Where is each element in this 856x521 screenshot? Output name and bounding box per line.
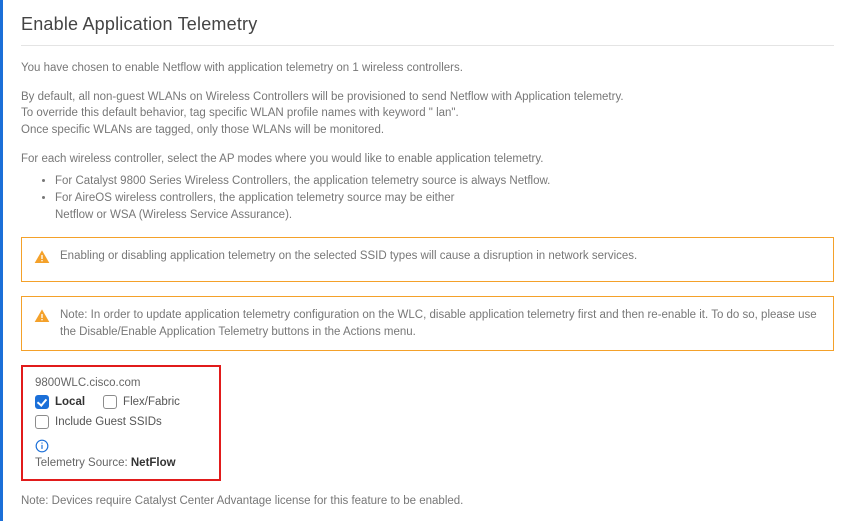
checkbox-flex-fabric[interactable]: Flex/Fabric: [103, 395, 180, 409]
checkbox-flex-fabric-box[interactable]: [103, 395, 117, 409]
intro-line-3: For each wireless controller, select the…: [21, 151, 834, 168]
warning-icon: [34, 249, 50, 271]
checkbox-local[interactable]: Local: [35, 395, 85, 409]
intro-bullet-2b: Netflow or WSA (Wireless Service Assuran…: [55, 209, 292, 221]
license-note: Note: Devices require Catalyst Center Ad…: [21, 495, 834, 507]
intro-line-2b: To override this default behavior, tag s…: [21, 107, 459, 119]
intro-line-2c: Once specific WLANs are tagged, only tho…: [21, 124, 384, 136]
telemetry-source-value: NetFlow: [131, 457, 176, 469]
alert-update-note: Note: In order to update application tel…: [21, 296, 834, 351]
intro-text: You have chosen to enable Netflow with a…: [21, 60, 834, 223]
checkbox-include-guest-label: Include Guest SSIDs: [55, 416, 162, 428]
alert-disruption: Enabling or disabling application teleme…: [21, 237, 834, 282]
guest-ssid-row: Include Guest SSIDs: [35, 415, 207, 429]
checkbox-flex-fabric-label: Flex/Fabric: [123, 396, 180, 408]
ap-mode-row: Local Flex/Fabric: [35, 395, 207, 409]
telemetry-source-row: Telemetry Source: NetFlow: [35, 457, 207, 469]
intro-line-1: You have chosen to enable Netflow with a…: [21, 60, 834, 77]
intro-bullet-list: For Catalyst 9800 Series Wireless Contro…: [55, 173, 834, 223]
checkbox-include-guest-box[interactable]: [35, 415, 49, 429]
intro-bullet-1: For Catalyst 9800 Series Wireless Contro…: [55, 173, 834, 190]
checkbox-include-guest[interactable]: Include Guest SSIDs: [35, 415, 162, 429]
telemetry-source-label: Telemetry Source:: [35, 457, 131, 469]
intro-line-2: By default, all non-guest WLANs on Wirel…: [21, 89, 834, 139]
info-icon[interactable]: [35, 439, 49, 453]
device-hostname: 9800WLC.cisco.com: [35, 377, 207, 389]
divider: [21, 45, 834, 46]
intro-bullet-2: For AireOS wireless controllers, the app…: [55, 190, 834, 223]
intro-line-2a: By default, all non-guest WLANs on Wirel…: [21, 91, 624, 103]
page-container: Enable Application Telemetry You have ch…: [3, 0, 856, 517]
alert-disruption-text: Enabling or disabling application teleme…: [60, 248, 637, 265]
checkbox-local-box[interactable]: [35, 395, 49, 409]
checkbox-local-label: Local: [55, 396, 85, 408]
warning-icon: [34, 308, 50, 330]
alert-update-note-text: Note: In order to update application tel…: [60, 307, 821, 340]
page-title: Enable Application Telemetry: [21, 14, 834, 35]
device-config-block: 9800WLC.cisco.com Local Flex/Fabric Incl…: [21, 365, 221, 481]
intro-bullet-2a: For AireOS wireless controllers, the app…: [55, 192, 454, 204]
